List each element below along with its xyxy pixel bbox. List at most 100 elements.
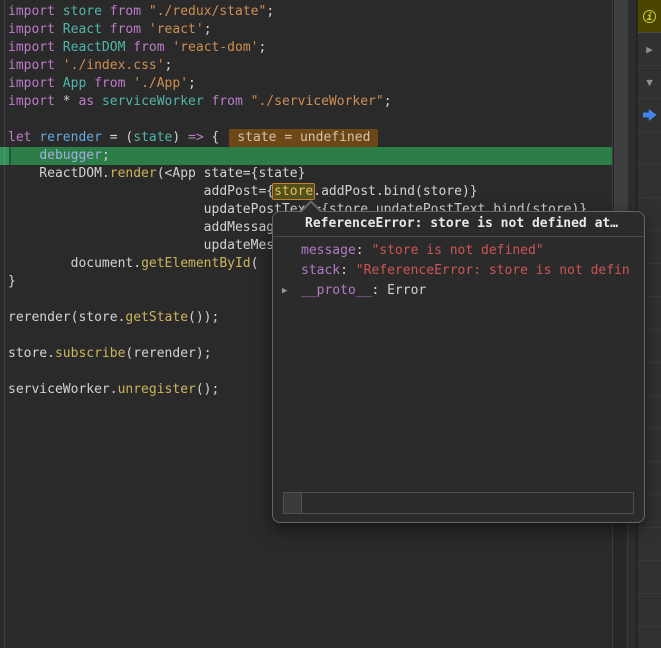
code-line[interactable]: import store from "./redux/state"; (0, 3, 612, 21)
code-line-paused[interactable]: debugger; (0, 147, 612, 165)
code-token (55, 76, 63, 91)
code-token: state (133, 130, 172, 145)
popup-property-row[interactable]: message: "store is not defined" (273, 241, 644, 261)
code-token: = ( (102, 130, 133, 145)
info-icon: i (643, 10, 656, 23)
code-token: ; (102, 148, 110, 163)
code-token: rerender(store. (8, 310, 125, 325)
code-token: ()); (188, 310, 219, 325)
debugger-screen: import store from "./redux/state";import… (0, 0, 661, 648)
code-token (141, 4, 149, 19)
property-name: __proto__ (301, 283, 371, 298)
code-token (141, 22, 149, 37)
code-token: from (94, 76, 125, 91)
code-token: './App' (133, 76, 188, 91)
code-token: (<App state={state} (157, 166, 306, 181)
code-token: "./serviceWorker" (251, 94, 384, 109)
info-button[interactable]: i (638, 0, 661, 33)
code-token: "./redux/state" (149, 4, 266, 19)
code-token: import (8, 4, 55, 19)
code-token (204, 94, 212, 109)
expander-triangle-icon[interactable]: ▶ (282, 281, 287, 301)
code-token (94, 94, 102, 109)
inline-variable-value-hint: state = undefined (229, 129, 378, 147)
property-name: stack (301, 263, 340, 278)
code-token: import (8, 22, 55, 37)
code-token: App (63, 76, 86, 91)
code-token: getState (125, 310, 188, 325)
popup-property-list: message: "store is not defined"stack: "R… (273, 237, 644, 301)
code-token: { (204, 130, 220, 145)
code-token: import (8, 94, 55, 109)
property-value: "ReferenceError: store is not defin (356, 263, 630, 278)
code-token: (rerender); (125, 346, 211, 361)
code-token: 'react' (149, 22, 204, 37)
code-token: addPost={ (8, 184, 274, 199)
popup-caret-fill (302, 203, 320, 212)
code-line[interactable]: import './index.css'; (0, 57, 612, 75)
code-token: ; (188, 76, 196, 91)
property-value: "store is not defined" (371, 243, 543, 258)
property-value: Error (387, 283, 426, 298)
dropdown-button[interactable]: ▼ (638, 66, 661, 98)
code-token: 'react-dom' (172, 40, 258, 55)
property-colon: : (371, 283, 387, 298)
code-token: from (212, 94, 243, 109)
property-colon: : (356, 243, 372, 258)
code-line[interactable]: let rerender = (state) => {state = undef… (0, 129, 612, 147)
code-line[interactable] (0, 111, 612, 129)
code-token: from (110, 22, 141, 37)
popup-title: ReferenceError: store is not defined at… (273, 212, 644, 237)
popup-scrollbar[interactable] (283, 492, 634, 514)
code-line[interactable]: import App from './App'; (0, 75, 612, 93)
code-token: ) (172, 130, 188, 145)
code-token: serviceWorker (102, 94, 204, 109)
popup-scrollbar-thumb[interactable] (284, 493, 302, 513)
hovered-token[interactable]: store (273, 184, 314, 199)
code-token: ; (204, 22, 212, 37)
code-token (102, 4, 110, 19)
resume-button[interactable]: ▶ (638, 33, 661, 65)
code-token: } (8, 274, 16, 289)
code-line[interactable]: import ReactDOM from 'react-dom'; (0, 39, 612, 57)
property-name: message (301, 243, 356, 258)
code-line[interactable]: ReactDOM.render(<App state={state} (0, 165, 612, 183)
property-colon: : (340, 263, 356, 278)
code-token: './index.css' (63, 58, 165, 73)
error-object-popup: ReferenceError: store is not defined at…… (272, 211, 645, 523)
code-token: subscribe (55, 346, 125, 361)
code-token: document. (8, 256, 141, 271)
code-token (8, 148, 39, 163)
code-token: getElementById (141, 256, 251, 271)
code-token: ReactDOM. (8, 166, 110, 181)
code-token: => (188, 130, 204, 145)
code-token: from (110, 4, 141, 19)
gutter-divider (4, 0, 5, 648)
step-arrow-icon (643, 109, 657, 122)
code-token: import (8, 40, 55, 55)
code-token: .addPost.bind(store)} (313, 184, 477, 199)
code-token: serviceWorker. (8, 382, 118, 397)
code-token (55, 22, 63, 37)
code-token (86, 76, 94, 91)
code-line[interactable]: addPost={store.addPost.bind(store)} (0, 183, 612, 201)
code-token: as (78, 94, 94, 109)
code-token: import (8, 58, 55, 73)
code-token: ; (266, 4, 274, 19)
chevron-down-icon: ▼ (646, 76, 653, 89)
code-token: (); (196, 382, 219, 397)
play-icon: ▶ (646, 43, 653, 56)
code-token: ReactDOM (63, 40, 126, 55)
code-token: store. (8, 346, 55, 361)
code-token: import (8, 76, 55, 91)
popup-property-row[interactable]: ▶ __proto__: Error (273, 281, 644, 301)
code-token: ; (384, 94, 392, 109)
code-token: debugger (39, 148, 102, 163)
code-line[interactable]: import React from 'react'; (0, 21, 612, 39)
popup-property-row[interactable]: stack: "ReferenceError: store is not def… (273, 261, 644, 281)
code-line[interactable]: import * as serviceWorker from "./servic… (0, 93, 612, 111)
code-token: let (8, 130, 31, 145)
step-button[interactable] (638, 99, 661, 131)
code-token (243, 94, 251, 109)
code-token: * (55, 94, 78, 109)
